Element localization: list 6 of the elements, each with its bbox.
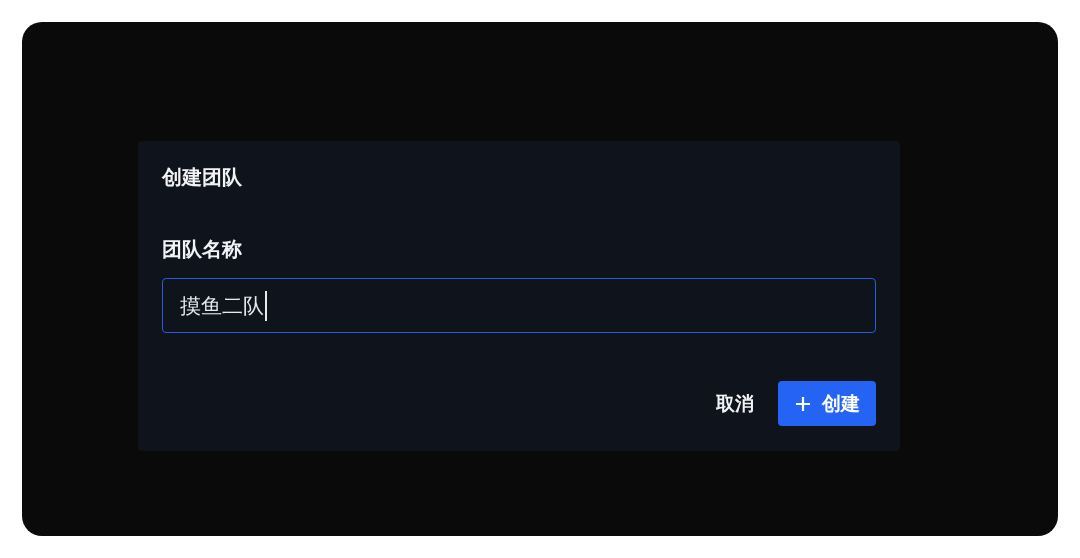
cancel-button[interactable]: 取消 [714,384,756,423]
dialog-title: 创建团队 [162,164,243,191]
input-field[interactable]: 摸鱼二队 [162,278,876,333]
plus-icon [794,395,811,412]
create-button[interactable]: 创建 [778,381,876,426]
field-label: 团队名称 [162,236,243,263]
